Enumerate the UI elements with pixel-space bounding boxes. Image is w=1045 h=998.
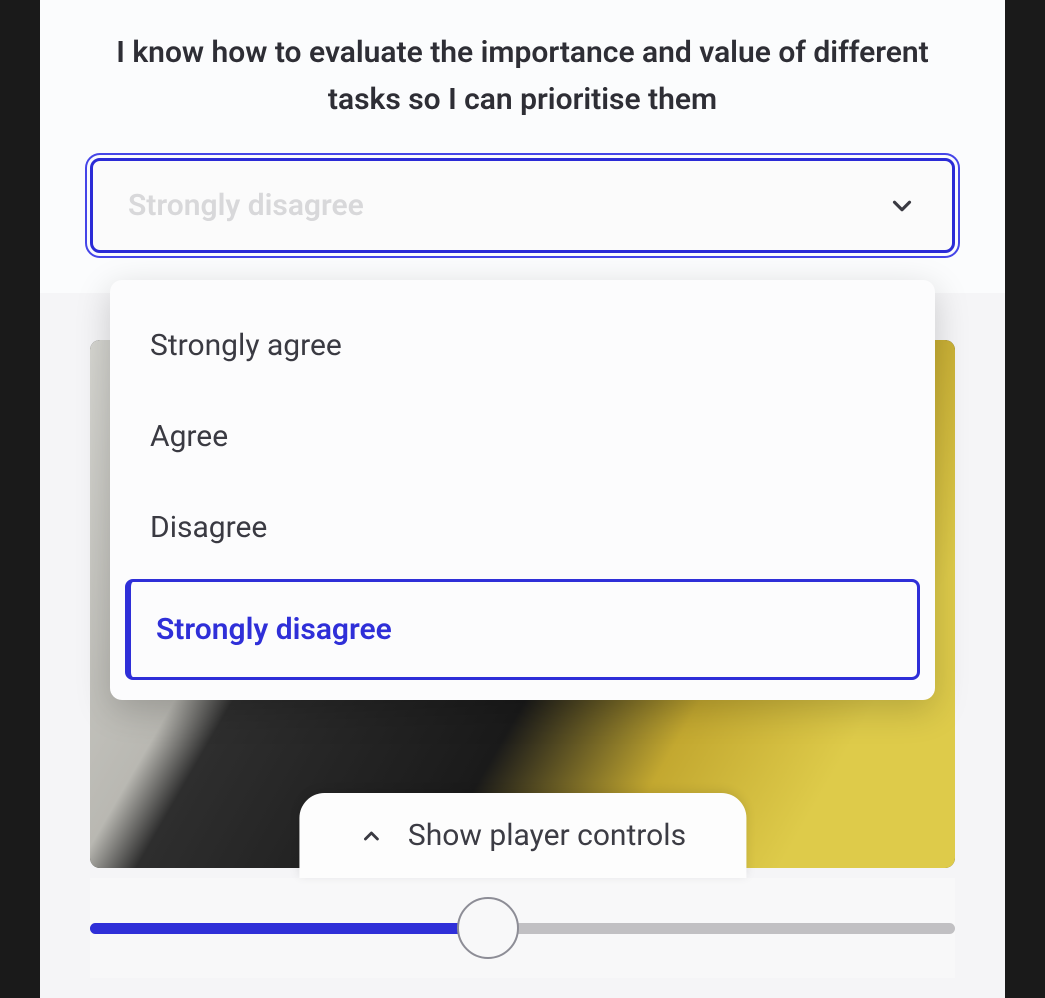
answer-select[interactable]: Strongly disagree	[90, 158, 955, 253]
option-agree[interactable]: Agree	[125, 391, 920, 482]
select-placeholder: Strongly disagree	[128, 188, 364, 223]
chevron-up-icon	[359, 824, 383, 848]
progress-track[interactable]	[90, 923, 955, 934]
dropdown-panel: Strongly agree Agree Disagree Strongly d…	[110, 280, 935, 700]
player-controls-label: Show player controls	[408, 818, 686, 853]
question-text: I know how to evaluate the importance an…	[80, 30, 965, 123]
chevron-down-icon	[887, 191, 917, 221]
option-strongly-agree[interactable]: Strongly agree	[125, 300, 920, 391]
select-wrapper: Strongly disagree	[80, 158, 965, 253]
progress-bar-area	[90, 878, 955, 978]
show-player-controls-button[interactable]: Show player controls	[299, 793, 746, 878]
phone-screen: I know how to evaluate the importance an…	[40, 0, 1005, 998]
option-strongly-disagree[interactable]: Strongly disagree	[125, 579, 920, 680]
progress-thumb[interactable]	[457, 897, 519, 959]
option-disagree[interactable]: Disagree	[125, 482, 920, 573]
progress-fill	[90, 923, 488, 934]
question-card: I know how to evaluate the importance an…	[40, 0, 1005, 293]
